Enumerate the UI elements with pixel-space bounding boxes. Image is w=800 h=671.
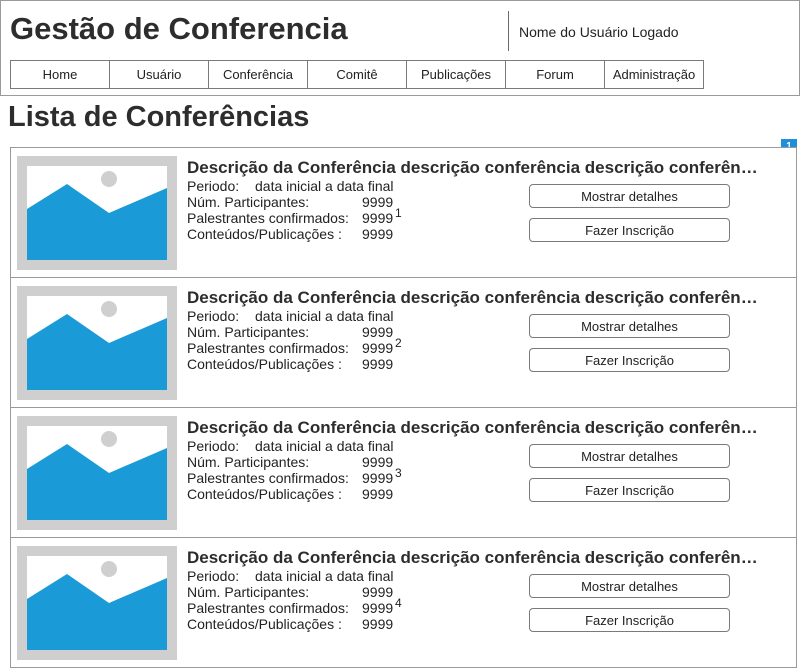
conference-card: Descrição da Conferência descrição confe…: [10, 147, 797, 278]
conference-image: [17, 286, 177, 400]
period-row: Periodo: data inicial a data final: [187, 178, 394, 194]
conference-card: Descrição da Conferência descrição confe…: [10, 537, 797, 668]
participants-value: 9999: [362, 324, 394, 340]
image-placeholder-icon: [27, 426, 167, 520]
image-placeholder-icon: [27, 556, 167, 650]
main-nav: Home Usuário Conferência Comitê Publicaç…: [10, 60, 704, 89]
show-details-button[interactable]: Mostrar detalhes: [529, 444, 730, 468]
speakers-label: Palestrantes confirmados:: [187, 340, 349, 356]
contents-label: Conteúdos/Publicações :: [187, 616, 342, 632]
contents-value: 9999: [362, 486, 394, 502]
conference-image: [17, 546, 177, 660]
show-details-button[interactable]: Mostrar detalhes: [529, 184, 730, 208]
participants-label: Núm. Participantes:: [187, 454, 310, 470]
nav-item-administracao[interactable]: Administração: [604, 60, 704, 89]
show-details-button[interactable]: Mostrar detalhes: [529, 574, 730, 598]
nav-item-home[interactable]: Home: [10, 60, 110, 89]
speakers-row: Palestrantes confirmados: 9999 1: [187, 206, 402, 226]
header-divider: [508, 11, 509, 51]
contents-value: 9999: [362, 356, 394, 372]
period-row: Periodo: data inicial a data final: [187, 308, 394, 324]
contents-row: Conteúdos/Publicações : 9999: [187, 616, 393, 632]
annotation-marker: 1: [395, 206, 402, 220]
speakers-value: 9999: [362, 340, 394, 356]
participants-label: Núm. Participantes:: [187, 324, 310, 340]
logged-user-name[interactable]: Nome do Usuário Logado: [519, 24, 679, 40]
participants-value: 9999: [362, 584, 394, 600]
conference-image: [17, 156, 177, 270]
period-row: Periodo: data inicial a data final: [187, 568, 394, 584]
conference-description: Descrição da Conferência descrição confe…: [187, 288, 759, 307]
speakers-value: 9999: [362, 210, 394, 226]
register-button[interactable]: Fazer Inscrição: [529, 478, 730, 502]
page-title: Lista de Conferências: [8, 101, 310, 133]
conference-image: [17, 416, 177, 530]
conference-description: Descrição da Conferência descrição confe…: [187, 158, 759, 177]
register-button[interactable]: Fazer Inscrição: [529, 348, 730, 372]
speakers-label: Palestrantes confirmados:: [187, 210, 349, 226]
speakers-row: Palestrantes confirmados: 9999 4: [187, 596, 402, 616]
period-value: data inicial a data final: [255, 308, 394, 324]
register-button[interactable]: Fazer Inscrição: [529, 608, 730, 632]
conference-list: Descrição da Conferência descrição confe…: [10, 147, 797, 668]
participants-label: Núm. Participantes:: [187, 584, 310, 600]
nav-item-usuario[interactable]: Usuário: [109, 60, 209, 89]
period-value: data inicial a data final: [255, 178, 394, 194]
participants-value: 9999: [362, 454, 394, 470]
annotation-marker: 2: [395, 336, 402, 350]
period-row: Periodo: data inicial a data final: [187, 438, 394, 454]
image-placeholder-icon: [27, 166, 167, 260]
participants-value: 9999: [362, 194, 394, 210]
nav-item-publicacoes[interactable]: Publicações: [406, 60, 506, 89]
speakers-label: Palestrantes confirmados:: [187, 470, 349, 486]
contents-row: Conteúdos/Publicações : 9999: [187, 486, 393, 502]
participants-row: Núm. Participantes: 9999: [187, 454, 393, 470]
conference-description: Descrição da Conferência descrição confe…: [187, 418, 759, 437]
participants-row: Núm. Participantes: 9999: [187, 584, 393, 600]
speakers-row: Palestrantes confirmados: 9999 2: [187, 336, 402, 356]
period-label: Periodo:: [187, 568, 240, 584]
app-header: Gestão de Conferencia Nome do Usuário Lo…: [0, 0, 800, 96]
participants-row: Núm. Participantes: 9999: [187, 324, 393, 340]
contents-row: Conteúdos/Publicações : 9999: [187, 356, 393, 372]
app-title: Gestão de Conferencia: [10, 11, 348, 46]
contents-row: Conteúdos/Publicações : 9999: [187, 226, 393, 242]
show-details-button[interactable]: Mostrar detalhes: [529, 314, 730, 338]
annotation-marker: 3: [395, 466, 402, 480]
period-label: Periodo:: [187, 438, 240, 454]
speakers-label: Palestrantes confirmados:: [187, 600, 349, 616]
participants-label: Núm. Participantes:: [187, 194, 310, 210]
participants-row: Núm. Participantes: 9999: [187, 194, 393, 210]
conference-card: Descrição da Conferência descrição confe…: [10, 277, 797, 408]
conference-card: Descrição da Conferência descrição confe…: [10, 407, 797, 538]
period-value: data inicial a data final: [255, 568, 394, 584]
speakers-value: 9999: [362, 600, 394, 616]
nav-item-comite[interactable]: Comitê: [307, 60, 407, 89]
annotation-marker: 4: [395, 596, 402, 610]
period-label: Periodo:: [187, 178, 240, 194]
contents-label: Conteúdos/Publicações :: [187, 486, 342, 502]
period-label: Periodo:: [187, 308, 240, 324]
contents-label: Conteúdos/Publicações :: [187, 356, 342, 372]
contents-value: 9999: [362, 226, 394, 242]
conference-description: Descrição da Conferência descrição confe…: [187, 548, 759, 567]
nav-item-forum[interactable]: Forum: [505, 60, 605, 89]
speakers-value: 9999: [362, 470, 394, 486]
period-value: data inicial a data final: [255, 438, 394, 454]
register-button[interactable]: Fazer Inscrição: [529, 218, 730, 242]
nav-item-conferencia[interactable]: Conferência: [208, 60, 308, 89]
contents-value: 9999: [362, 616, 394, 632]
image-placeholder-icon: [27, 296, 167, 390]
speakers-row: Palestrantes confirmados: 9999 3: [187, 466, 402, 486]
contents-label: Conteúdos/Publicações :: [187, 226, 342, 242]
